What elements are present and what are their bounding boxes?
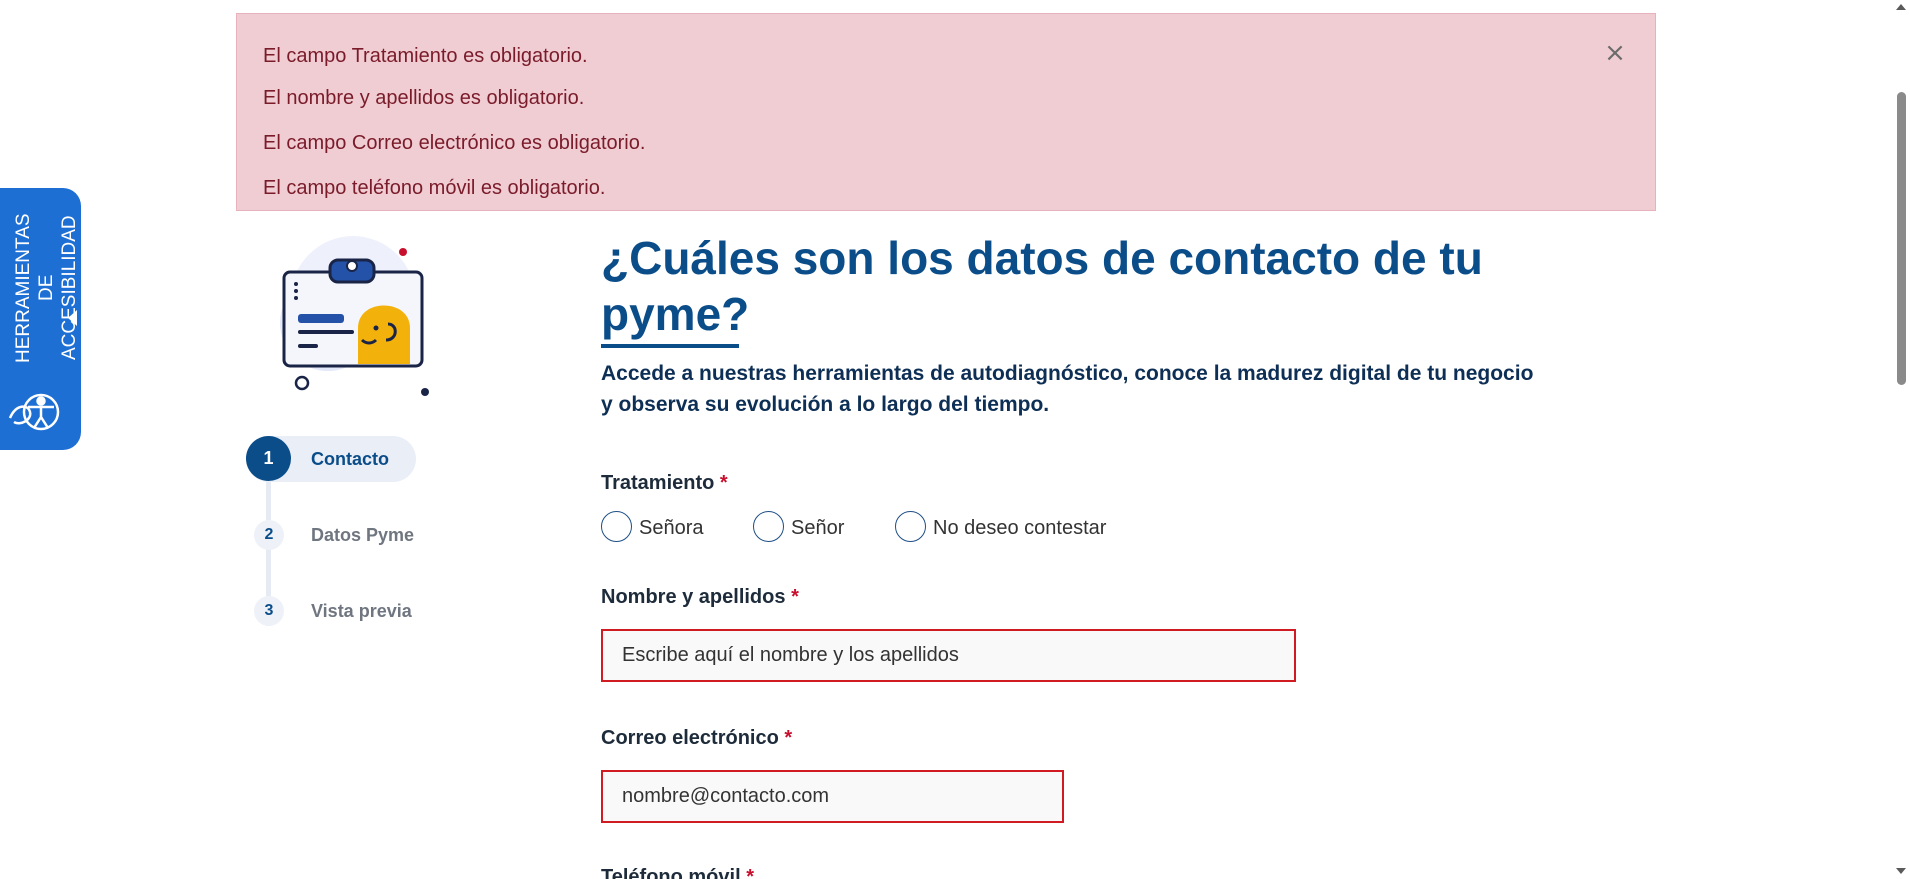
email-input[interactable] bbox=[601, 770, 1064, 823]
required-mark: * bbox=[784, 727, 793, 749]
page-title: ¿Cuáles son los datos de contacto de tu … bbox=[601, 232, 1483, 340]
radio-button[interactable] bbox=[895, 511, 926, 542]
progress-steps: 1 Contacto 2 Datos Pyme 3 Vista previa bbox=[246, 436, 486, 636]
title-underline bbox=[601, 344, 739, 348]
radio-button[interactable] bbox=[753, 511, 784, 542]
radio-button[interactable] bbox=[601, 511, 632, 542]
nombre-apellidos-input[interactable] bbox=[601, 629, 1296, 682]
error-alert: El campo Tratamiento es obligatorio. El … bbox=[236, 13, 1656, 211]
accessibility-tab-label: Herramientas de accesibilidad bbox=[13, 213, 80, 363]
radio-label: No deseo contestar bbox=[933, 517, 1107, 539]
required-mark: * bbox=[719, 472, 728, 494]
step-label[interactable]: Contacto bbox=[311, 449, 389, 470]
alert-message: El campo teléfono móvil es obligatorio. bbox=[263, 177, 606, 199]
alert-message: El campo Tratamiento es obligatorio. bbox=[263, 45, 588, 67]
page-scrollbar[interactable] bbox=[1892, 0, 1910, 879]
radio-label: Señora bbox=[639, 517, 704, 539]
scroll-up-icon[interactable] bbox=[1896, 4, 1906, 10]
step-vista-previa[interactable]: Vista previa bbox=[311, 601, 412, 622]
caret-left-icon bbox=[68, 310, 77, 326]
contact-card-illustration bbox=[280, 236, 429, 396]
scroll-thumb[interactable] bbox=[1897, 92, 1906, 385]
scroll-down-icon[interactable] bbox=[1896, 868, 1906, 874]
required-mark: * bbox=[791, 586, 799, 608]
telefono-label: Teléfono móvil * bbox=[601, 866, 754, 879]
page-subtitle: Accede a nuestras herramientas de autodi… bbox=[601, 362, 1534, 416]
accessibility-icon bbox=[8, 393, 60, 431]
step-number: 1 bbox=[246, 436, 291, 481]
nombre-label: Nombre y apellidos * bbox=[601, 586, 799, 608]
correo-label: Correo electrónico * bbox=[601, 727, 793, 749]
alert-message: El nombre y apellidos es obligatorio. bbox=[263, 87, 585, 109]
alert-message: El campo Correo electrónico es obligator… bbox=[263, 132, 646, 154]
required-mark: * bbox=[746, 866, 754, 879]
close-icon[interactable]: × bbox=[1603, 40, 1627, 66]
step-datos-pyme[interactable]: Datos Pyme bbox=[311, 525, 414, 546]
radio-label: Señor bbox=[791, 517, 845, 539]
tratamiento-label: Tratamiento * bbox=[601, 472, 728, 494]
step-number: 2 bbox=[254, 520, 284, 550]
step-number: 3 bbox=[254, 596, 284, 626]
accessibility-tools-tab[interactable]: Herramientas de accesibilidad bbox=[0, 188, 81, 450]
